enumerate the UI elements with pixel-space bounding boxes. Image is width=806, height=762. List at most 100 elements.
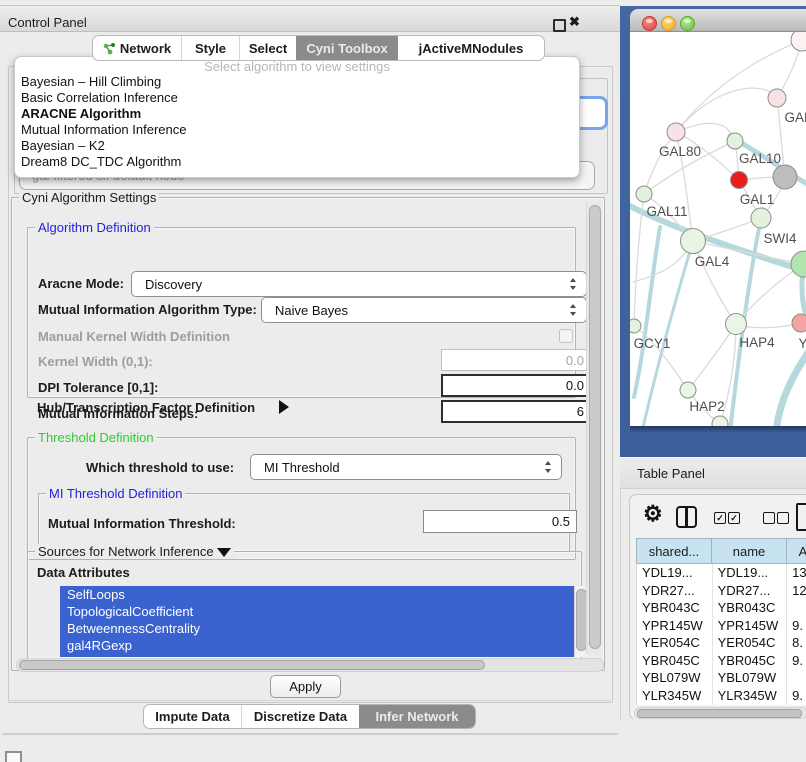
network-node[interactable] <box>630 319 641 333</box>
table-row[interactable]: YBL079WYBL079W <box>637 669 806 687</box>
scrollbar-thumb[interactable] <box>19 660 485 670</box>
gear-icon[interactable]: ⚙ <box>643 501 663 527</box>
table-cell: YLR345W <box>713 687 788 705</box>
apply-button[interactable]: Apply <box>270 675 341 698</box>
table-cell: YBR043C <box>637 599 713 617</box>
attribute-list-item[interactable]: gal4RGexp <box>60 637 574 654</box>
table-toolbar: ⚙ ✓ ✓ <box>630 495 806 537</box>
manual-kernel-checkbox[interactable] <box>559 329 573 343</box>
network-edge[interactable] <box>644 132 676 194</box>
aracne-mode-combobox[interactable]: Discovery <box>131 271 587 297</box>
network-node[interactable] <box>791 32 806 51</box>
network-edge[interactable] <box>676 40 802 132</box>
select-all-icon[interactable]: ✓ <box>728 512 740 524</box>
algorithm-option[interactable]: ARACNE Algorithm <box>21 106 571 122</box>
table-row[interactable]: YLR345WYLR345W9. <box>637 687 806 705</box>
network-node[interactable] <box>726 314 747 335</box>
table-row[interactable]: YBR045CYBR045C9. <box>637 652 806 670</box>
float-panel-icon[interactable] <box>553 19 566 32</box>
column-header-A[interactable]: A <box>787 538 806 564</box>
network-node[interactable] <box>751 208 771 228</box>
column-header-shared[interactable]: shared... <box>636 538 712 564</box>
network-node[interactable] <box>680 382 696 398</box>
tab-jactivemnodules[interactable]: jActiveMNodules <box>398 36 544 60</box>
columns-icon[interactable] <box>676 506 697 528</box>
network-node[interactable] <box>636 186 652 202</box>
tab-infer-network[interactable]: Infer Network <box>359 705 475 728</box>
close-panel-icon[interactable]: ✖ <box>569 14 580 30</box>
node-label: GAL10 <box>739 151 781 166</box>
which-threshold-combobox[interactable]: MI Threshold <box>250 454 562 480</box>
network-node[interactable] <box>727 133 743 149</box>
zoom-window-icon[interactable] <box>680 16 695 31</box>
network-node[interactable] <box>768 89 786 107</box>
mi-threshold-field[interactable]: 0.5 <box>423 510 577 533</box>
algorithm-option[interactable]: Bayesian – K2 <box>21 138 571 154</box>
table-horizontal-scrollbar[interactable] <box>634 707 806 719</box>
table-row[interactable]: YBR043CYBR043C <box>637 599 806 617</box>
close-window-icon[interactable] <box>642 16 657 31</box>
deselect-all-icon[interactable] <box>777 512 789 524</box>
sources-collapse-icon[interactable] <box>217 548 231 557</box>
table-row[interactable]: YPR145WYPR145W9. <box>637 617 806 635</box>
algorithm-dropdown-placeholder: Select algorithm to view settings <box>15 59 579 74</box>
control-panel: Control Panel ✖ NetworkStyleSelectCyni T… <box>0 0 621 762</box>
table-cell: 8. <box>787 634 806 652</box>
tab-style[interactable]: Style <box>181 36 239 60</box>
network-window-titlebar[interactable] <box>630 9 806 32</box>
attribute-list-item[interactable]: TopologicalCoefficient <box>60 603 574 620</box>
network-node[interactable] <box>791 251 806 277</box>
table-cell: YPR145W <box>637 617 713 635</box>
attribute-list-item[interactable]: BetweennessCentrality <box>60 620 574 637</box>
table-cell <box>787 669 806 687</box>
scrollbar-thumb[interactable] <box>637 709 802 718</box>
data-attributes-list[interactable]: SelfLoopsTopologicalCoefficientBetweenne… <box>60 586 574 657</box>
dpi-tolerance-field[interactable]: 0.0 <box>441 374 592 397</box>
network-edge[interactable] <box>676 88 777 132</box>
hub-expand-icon[interactable] <box>279 400 289 414</box>
network-node[interactable] <box>792 314 806 332</box>
network-node[interactable] <box>712 416 728 426</box>
network-edge[interactable] <box>688 324 736 390</box>
algorithm-option[interactable]: Bayesian – Hill Climbing <box>21 74 571 90</box>
network-node[interactable] <box>681 229 706 254</box>
network-edge[interactable] <box>776 338 806 426</box>
table-row[interactable]: YDL19...YDL19...13 <box>637 564 806 582</box>
table-cell: 9. <box>787 617 806 635</box>
settings-horizontal-scrollbar[interactable] <box>16 658 604 672</box>
settings-vertical-scrollbar[interactable] <box>586 202 601 654</box>
network-node[interactable] <box>731 172 748 189</box>
node-label: GCY1 <box>634 336 671 351</box>
network-node[interactable] <box>773 165 797 189</box>
select-all-icon[interactable]: ✓ <box>714 512 726 524</box>
threshold-definition-title: Threshold Definition <box>35 430 157 445</box>
tab-cyni-toolbox[interactable]: Cyni Toolbox <box>296 36 398 60</box>
data-attributes-label: Data Attributes <box>37 565 130 580</box>
minimize-window-icon[interactable] <box>661 16 676 31</box>
divider <box>8 700 611 701</box>
control-panel-title: Control Panel <box>8 15 87 30</box>
table-row[interactable]: YER054CYER054C8. <box>637 634 806 652</box>
mi-steps-field[interactable]: 6 <box>441 400 592 423</box>
tab-network[interactable]: Network <box>93 36 181 60</box>
algorithm-option[interactable]: Mutual Information Inference <box>21 122 571 138</box>
tab-label: Impute Data <box>155 709 229 724</box>
network-node[interactable] <box>667 123 685 141</box>
kernel-width-field[interactable]: 0.0 <box>441 349 591 371</box>
table-row[interactable]: YDR27...YDR27...12 <box>637 582 806 600</box>
combo-spinner-icon <box>545 461 552 473</box>
attribute-list-item[interactable]: SelfLoops <box>60 586 574 603</box>
panel-corner-icon[interactable] <box>5 751 22 762</box>
tab-select[interactable]: Select <box>239 36 296 60</box>
tab-impute-data[interactable]: Impute Data <box>144 705 241 728</box>
mi-algorithm-type-combobox[interactable]: Naive Bayes <box>261 297 587 323</box>
algorithm-option[interactable]: Dream8 DC_TDC Algorithm <box>21 154 571 170</box>
tab-discretize-data[interactable]: Discretize Data <box>241 705 359 728</box>
document-icon[interactable] <box>796 503 806 531</box>
algorithm-option[interactable]: Basic Correlation Inference <box>21 90 571 106</box>
scrollbar-thumb[interactable] <box>589 205 601 649</box>
table-row[interactable]: YIL052CYIL052C9 <box>637 704 806 705</box>
deselect-all-icon[interactable] <box>763 512 775 524</box>
network-canvas[interactable]: GALGAL80GAL10GAL1GAL11SWI4GAL4GCY1HAP4YH… <box>630 32 806 426</box>
column-header-name[interactable]: name <box>712 538 787 564</box>
